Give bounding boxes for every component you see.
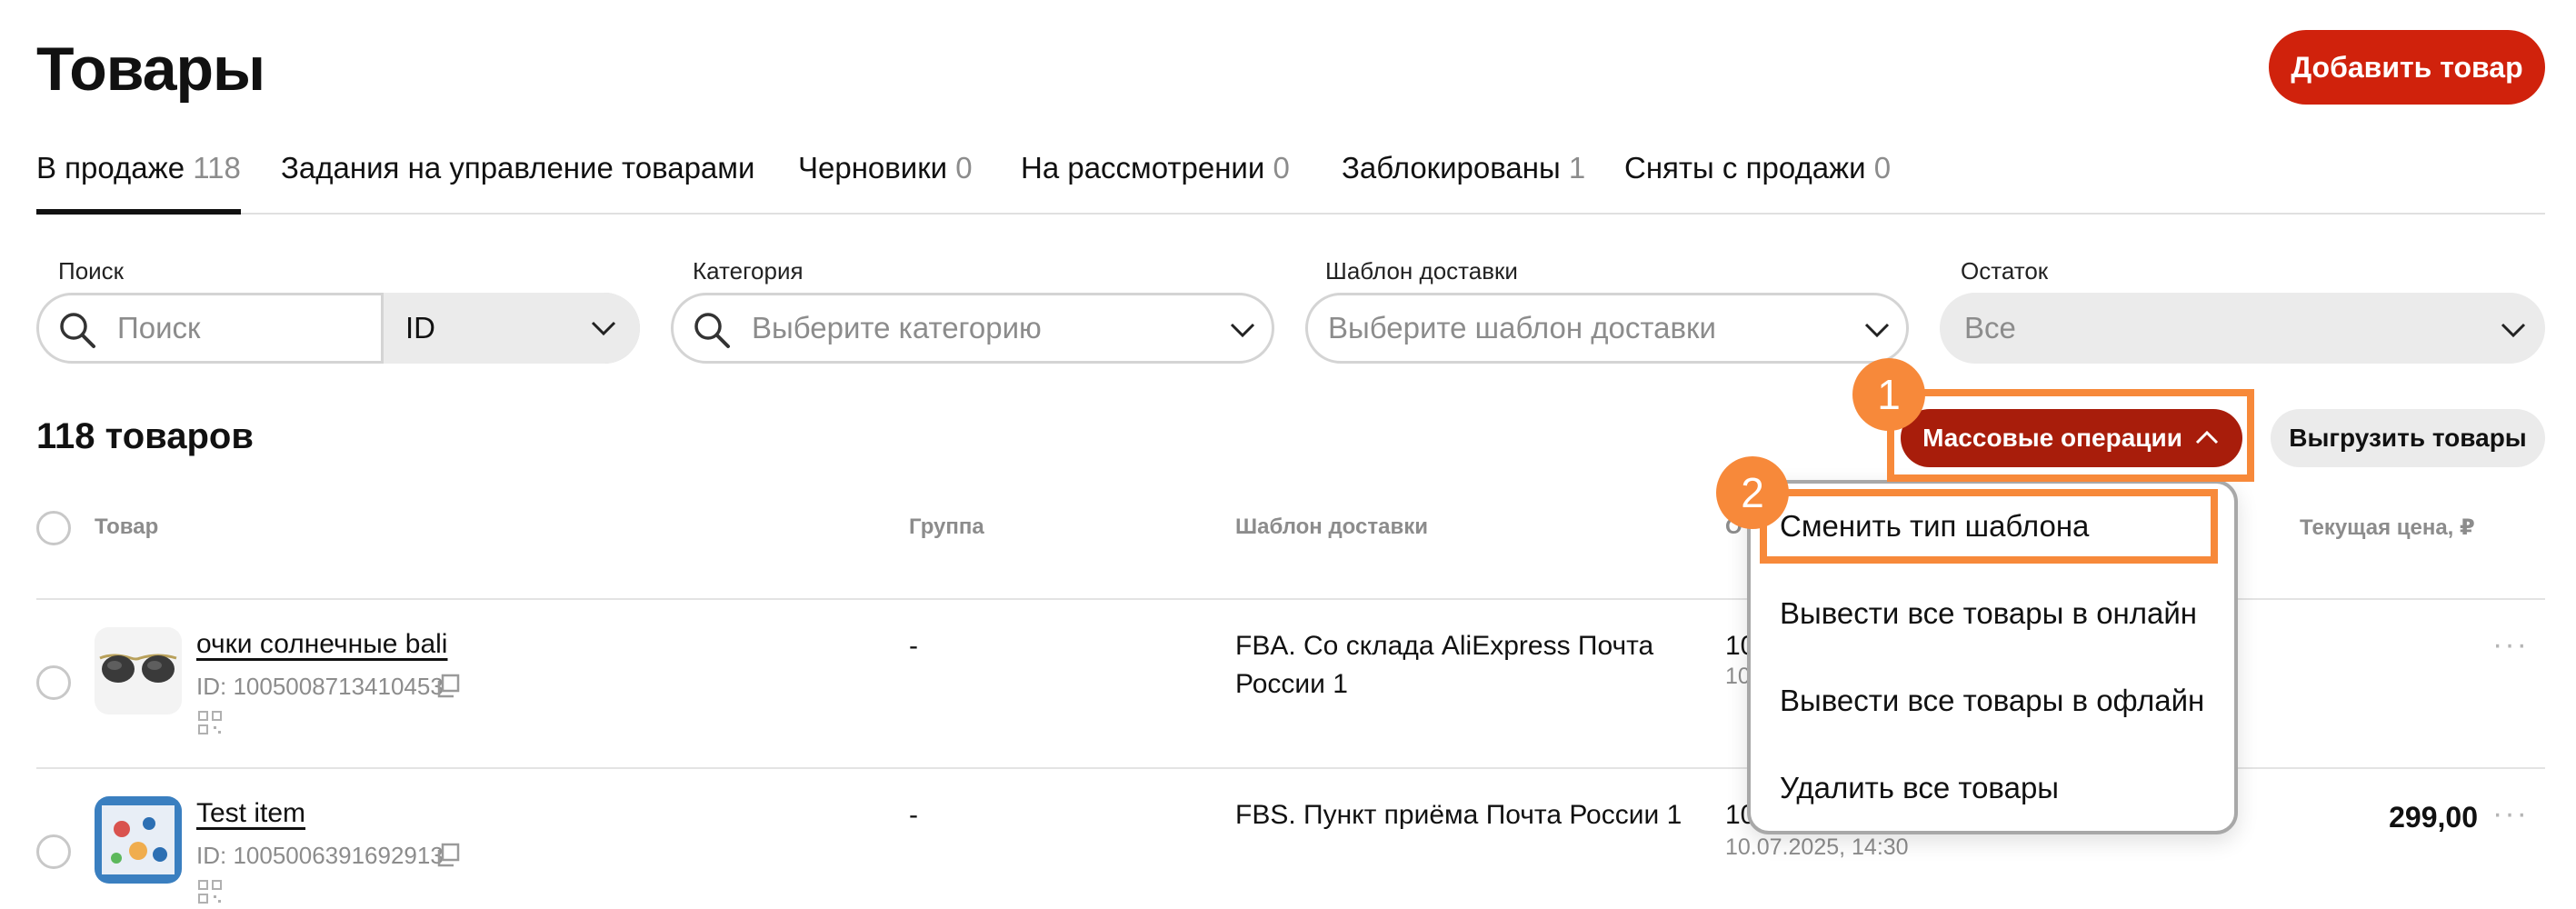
magnifier-icon [694,313,730,348]
col-product[interactable]: Товар [95,514,158,540]
tab-blocked[interactable]: Заблокированы 1 [1342,145,1585,213]
highlight-mass-ops [1887,389,2254,482]
search-type-value: ID [405,311,435,345]
menu-item-delete-all[interactable]: Удалить все товары [1780,771,2059,805]
tab-management-tasks[interactable]: Задания на управление товарами [281,145,754,213]
tab-under-review[interactable]: На рассмотрении 0 [1021,145,1290,213]
tab-count: 0 [955,151,973,185]
row-checkbox[interactable] [36,665,71,700]
tab-label: Задания на управление товарами [281,151,755,185]
stock-value: Все [1964,311,2016,345]
col-group[interactable]: Группа [909,514,984,540]
category-label: Категория [693,257,804,285]
page-title: Товары [36,35,265,104]
row-checkbox[interactable] [36,834,71,869]
search-label: Поиск [58,257,125,285]
sunglasses-image [95,627,182,714]
col-delivery[interactable]: Шаблон доставки [1235,514,1428,540]
row-price: 299,00 [2389,801,2478,834]
items-count: 118 товаров [36,416,254,456]
search-input[interactable]: Поиск [117,295,200,361]
delivery-label: Шаблон доставки [1325,257,1518,285]
stock-label: Остаток [1961,257,2049,285]
delivery-template-select[interactable]: Выберите шаблон доставки [1305,293,1909,364]
product-image [95,796,182,884]
select-all-checkbox[interactable] [36,511,71,545]
menu-item-set-all-online[interactable]: Вывести все товары в онлайн [1780,596,2197,631]
add-product-button[interactable]: Добавить товар [2269,30,2545,105]
menu-item-set-all-offline[interactable]: Вывести все товары в офлайн [1780,684,2204,718]
row-group: - [909,631,918,661]
tabs-bar: В продаже 118 Задания на управление това… [36,145,2545,215]
product-thumbnail[interactable] [95,796,182,884]
step-badge-1: 1 [1852,358,1925,431]
product-name-link[interactable]: Test item [196,798,305,829]
row-delivery: FBS. Пункт приёма Почта России 1 [1235,800,1682,830]
col-price[interactable]: Текущая цена, ₽ [2300,514,2475,541]
tab-label: Сняты с продажи [1624,151,1866,185]
category-select[interactable]: Выберите категорию [671,293,1274,364]
delivery-placeholder: Выберите шаблон доставки [1328,311,1716,345]
more-dots-icon[interactable]: ··· [2492,796,2529,832]
product-name-link[interactable]: очки солнечные bali [196,629,447,660]
export-products-button[interactable]: Выгрузить товары [2271,409,2545,467]
tab-drafts[interactable]: Черновики 0 [798,145,973,213]
product-id: ID: 1005006391692913 [196,842,444,869]
tab-label: В продаже [36,151,185,185]
tab-label: На рассмотрении [1021,151,1265,185]
tab-on-sale[interactable]: В продаже 118 [36,145,241,215]
chevron-down-icon [1230,323,1255,338]
search-type-select[interactable]: ID [381,293,640,364]
product-id: ID: 1005008713410453 [196,673,444,700]
product-thumbnail[interactable] [95,627,182,714]
stock-select[interactable]: Все [1940,293,2545,364]
qr-code-icon[interactable] [196,878,224,905]
qr-code-icon[interactable] [196,709,224,736]
tab-removed[interactable]: Сняты с продажи 0 [1624,145,1891,213]
magnifier-icon [60,313,95,348]
row-delivery: FBA. Со склада AliExpress Почта России 1 [1235,631,1654,699]
step-badge-2: 2 [1716,456,1789,529]
more-dots-icon[interactable]: ··· [2492,627,2529,663]
category-placeholder: Выберите категорию [752,311,1042,345]
copy-icon[interactable] [434,673,462,700]
highlight-change-template [1760,489,2218,564]
chevron-down-icon [2501,323,2526,338]
tab-label: Черновики [798,151,948,185]
copy-icon[interactable] [434,842,462,869]
chevron-down-icon [591,321,616,336]
row-other-sub: 10.07.2025, 14:30 [1725,834,1909,860]
row-group: - [909,800,918,830]
tab-count: 1 [1568,151,1586,185]
search-field: Поиск ID [36,293,640,364]
tab-count: 0 [1873,151,1892,185]
tab-label: Заблокированы [1342,151,1561,185]
chevron-down-icon [1864,323,1890,338]
tab-count: 0 [1273,151,1290,185]
tab-count: 118 [193,151,241,185]
